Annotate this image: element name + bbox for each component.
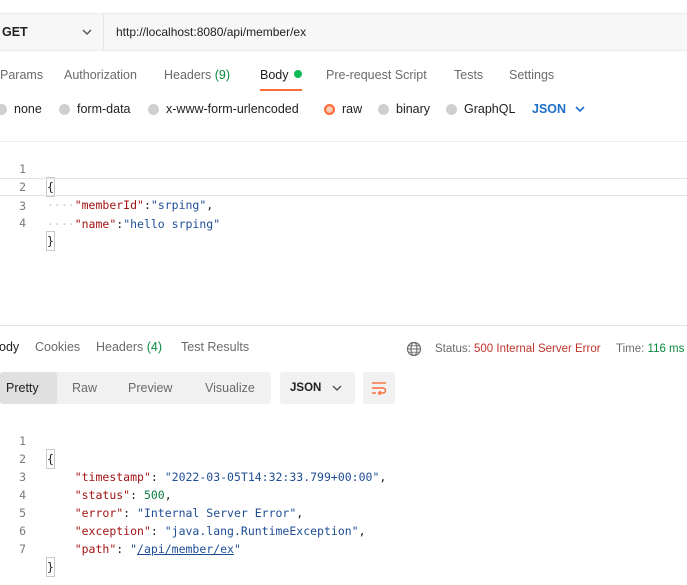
tab-settings-label: Settings [509,68,555,82]
tab-params[interactable]: Params [0,68,43,82]
json-quote: " [233,542,241,556]
globe-icon[interactable] [406,341,422,357]
response-body-viewer[interactable]: 1 { 2 "timestamp": "2022-03-05T14:32:33.… [0,414,687,577]
view-visualize-button[interactable]: Visualize [205,372,255,404]
url-input[interactable]: http://localhost:8080/api/member/ex [116,14,306,50]
code-line: 7 } [0,522,687,577]
tab-pre-request-label: Pre-request Script [326,68,427,82]
status-label: Status: [435,343,471,355]
view-preview-label: Preview [128,381,173,395]
response-format-label: JSON [290,382,322,394]
wrap-lines-icon [372,382,387,395]
tab-authorization[interactable]: Authorization [64,68,137,82]
code-line: 4 } [0,196,687,251]
body-format-select[interactable]: JSON [532,102,586,116]
view-pretty-button[interactable]: Pretty [0,372,57,404]
radio-binary-label: binary [396,102,431,116]
time-value: 116 ms [647,343,685,355]
url-bar: GET http://localhost:8080/api/member/ex [0,13,687,51]
pane-divider[interactable] [0,325,687,326]
response-format-select[interactable]: JSON [280,372,355,404]
tab-headers[interactable]: Headers (9) [164,68,230,82]
tab-tests[interactable]: Tests [454,68,483,82]
response-tab-body[interactable]: ody [0,340,19,354]
json-quote: " [130,542,138,556]
tab-pre-request-script[interactable]: Pre-request Script [326,68,427,82]
status-value: 500 Internal Server Error [474,343,601,355]
json-key: "name" [74,217,117,231]
radio-none-icon [0,103,7,115]
response-tab-cookies[interactable]: Cookies [35,340,80,354]
code-line: 3 "status": 500, [0,450,687,502]
radio-binary[interactable]: binary [378,102,430,116]
tab-body-label: Body [260,68,289,82]
code-line: 5 "exception": "java.lang.RuntimeExcepti… [0,486,687,538]
request-body-editor[interactable]: 1 { 2 ····"memberId":"srping", 3 ····"na… [0,141,687,325]
radio-none-label: none [14,102,42,116]
radio-binary-icon [378,103,389,115]
tab-tests-label: Tests [454,68,484,82]
tab-settings[interactable]: Settings [509,68,554,82]
radio-urlencoded-icon [148,103,159,115]
method-label: GET [2,25,28,39]
radio-none[interactable]: none [0,102,42,116]
view-visualize-label: Visualize [205,381,255,395]
radio-form-data-icon [59,103,70,115]
close-brace: } [46,231,55,251]
json-key: "path" [74,542,117,556]
response-status[interactable]: Status: 500 Internal Server Error [435,343,601,355]
radio-raw-selected-icon [324,103,335,115]
tab-headers-label: Headers [164,68,212,82]
response-view-modes: Pretty Raw Preview Visualize [0,372,271,404]
code-line: 6 "path": "/api/member/ex" [0,504,687,556]
response-time[interactable]: Time: 116 ms [616,343,684,355]
json-value: "hello srping" [123,217,221,231]
response-tab-cookies-label: Cookies [35,340,81,354]
code-line: 2 ····"memberId":"srping", [0,160,687,212]
json-path-link[interactable]: /api/member/ex [137,542,234,556]
response-tab-test-results-label: Test Results [181,340,250,354]
line-number: 4 [19,216,26,230]
close-brace: } [46,557,55,577]
radio-urlencoded-label: x-www-form-urlencoded [166,102,299,116]
line-number: 7 [19,542,26,556]
code-line: 2 "timestamp": "2022-03-05T14:32:33.799+… [0,432,687,484]
tab-body[interactable]: Body [260,68,302,82]
view-preview-button[interactable]: Preview [128,372,172,404]
tab-params-label: Params [0,68,44,82]
body-format-label: JSON [532,102,567,116]
response-tab-headers-count: (4) [146,340,163,354]
response-tab-headers[interactable]: Headers (4) [96,340,162,354]
radio-graphql[interactable]: GraphQL [446,102,515,116]
response-tab-test-results[interactable]: Test Results [181,340,249,354]
time-label: Time: [616,343,645,355]
view-raw-label: Raw [72,381,98,395]
url-value: http://localhost:8080/api/member/ex [116,25,307,39]
code-line: 1 { [0,414,687,469]
chevron-down-icon [332,385,342,391]
chevron-down-icon [575,106,585,113]
active-tab-underline [260,89,302,91]
response-tab-headers-label: Headers [96,340,144,354]
body-indicator-dot [293,70,302,78]
radio-form-data[interactable]: form-data [59,102,131,116]
radio-graphql-label: GraphQL [464,102,516,116]
radio-form-data-label: form-data [77,102,131,116]
response-tab-body-label: ody [0,340,20,354]
wrap-lines-button[interactable] [363,372,395,404]
radio-urlencoded[interactable]: x-www-form-urlencoded [148,102,299,116]
radio-raw[interactable]: raw [324,102,362,116]
view-raw-button[interactable]: Raw [72,372,97,404]
tab-headers-count: (9) [214,68,231,82]
code-line: 1 { [0,142,687,197]
tab-authorization-label: Authorization [64,68,137,82]
method-select[interactable]: GET [0,14,104,50]
chevron-down-icon [82,29,92,35]
radio-graphql-icon [446,103,457,115]
code-line: 4 "error": "Internal Server Error", [0,468,687,520]
view-pretty-label: Pretty [6,381,39,395]
radio-raw-label: raw [342,102,363,116]
code-line: 3 ····"name":"hello srping" [0,178,687,231]
